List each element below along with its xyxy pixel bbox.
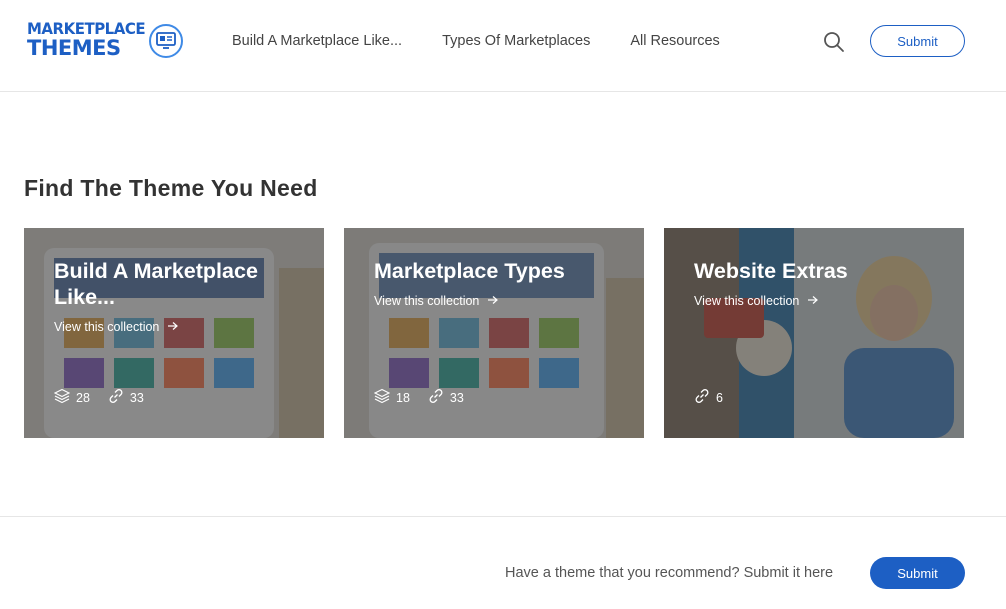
view-collection-link[interactable]: View this collection bbox=[694, 294, 819, 308]
card-stats: 28 33 bbox=[53, 388, 144, 407]
collection-card-website-extras[interactable]: Website Extras View this collection 6 bbox=[664, 228, 964, 438]
footer-submit-button[interactable]: Submit bbox=[870, 557, 965, 589]
site-logo[interactable]: MARKETPLACE THEMES bbox=[27, 19, 184, 60]
site-header: MARKETPLACE THEMES Build A Marketplace L… bbox=[0, 0, 1006, 92]
card-title: Website Extras bbox=[694, 259, 848, 283]
arrow-right-icon bbox=[807, 294, 819, 308]
view-collection-link[interactable]: View this collection bbox=[54, 320, 179, 334]
stat-links: 6 bbox=[694, 388, 723, 407]
nav-build-marketplace[interactable]: Build A Marketplace Like... bbox=[232, 33, 402, 49]
stat-value: 6 bbox=[716, 390, 723, 405]
card-stats: 18 33 bbox=[373, 388, 464, 407]
nav-types-of-marketplaces[interactable]: Types Of Marketplaces bbox=[442, 33, 590, 49]
header-submit-button[interactable]: Submit bbox=[870, 25, 965, 57]
stat-themes: 28 bbox=[53, 388, 90, 407]
main-nav: Build A Marketplace Like... Types Of Mar… bbox=[232, 33, 720, 49]
stat-value: 33 bbox=[449, 390, 464, 405]
logo-line2: THEMES bbox=[27, 36, 121, 60]
monitor-icon bbox=[149, 23, 184, 58]
view-collection-label: View this collection bbox=[374, 294, 480, 308]
card-stats: 6 bbox=[694, 388, 723, 407]
stat-themes: 18 bbox=[373, 388, 410, 407]
arrow-right-icon bbox=[487, 294, 499, 308]
card-title: Marketplace Types bbox=[374, 259, 565, 283]
arrow-right-icon bbox=[167, 320, 179, 334]
stat-value: 33 bbox=[129, 390, 144, 405]
footer-divider bbox=[0, 516, 1006, 517]
logo-text: MARKETPLACE THEMES bbox=[27, 19, 146, 60]
stat-links: 33 bbox=[108, 388, 144, 407]
logo-line1: MARKETPLACE bbox=[27, 19, 146, 39]
view-collection-label: View this collection bbox=[694, 294, 800, 308]
footer-prompt-text: Have a theme that you recommend? Submit … bbox=[505, 565, 834, 581]
collection-card-marketplace-types[interactable]: Marketplace Types View this collection 1… bbox=[344, 228, 644, 438]
view-collection-label: View this collection bbox=[54, 320, 160, 334]
stat-links: 33 bbox=[428, 388, 464, 407]
collection-card-build-marketplace[interactable]: Build A Marketplace Like... View this co… bbox=[24, 228, 324, 438]
stat-value: 18 bbox=[396, 390, 410, 405]
nav-all-resources[interactable]: All Resources bbox=[630, 33, 719, 49]
section-title: Find The Theme You Need bbox=[24, 175, 318, 201]
layers-icon bbox=[373, 388, 391, 407]
link-icon bbox=[108, 388, 124, 407]
card-title: Build A Marketplace Like... bbox=[54, 259, 258, 309]
search-icon[interactable] bbox=[822, 30, 846, 54]
layers-icon bbox=[53, 388, 71, 407]
link-icon bbox=[428, 388, 444, 407]
link-icon bbox=[694, 388, 710, 407]
view-collection-link[interactable]: View this collection bbox=[374, 294, 499, 308]
stat-value: 28 bbox=[76, 390, 90, 405]
